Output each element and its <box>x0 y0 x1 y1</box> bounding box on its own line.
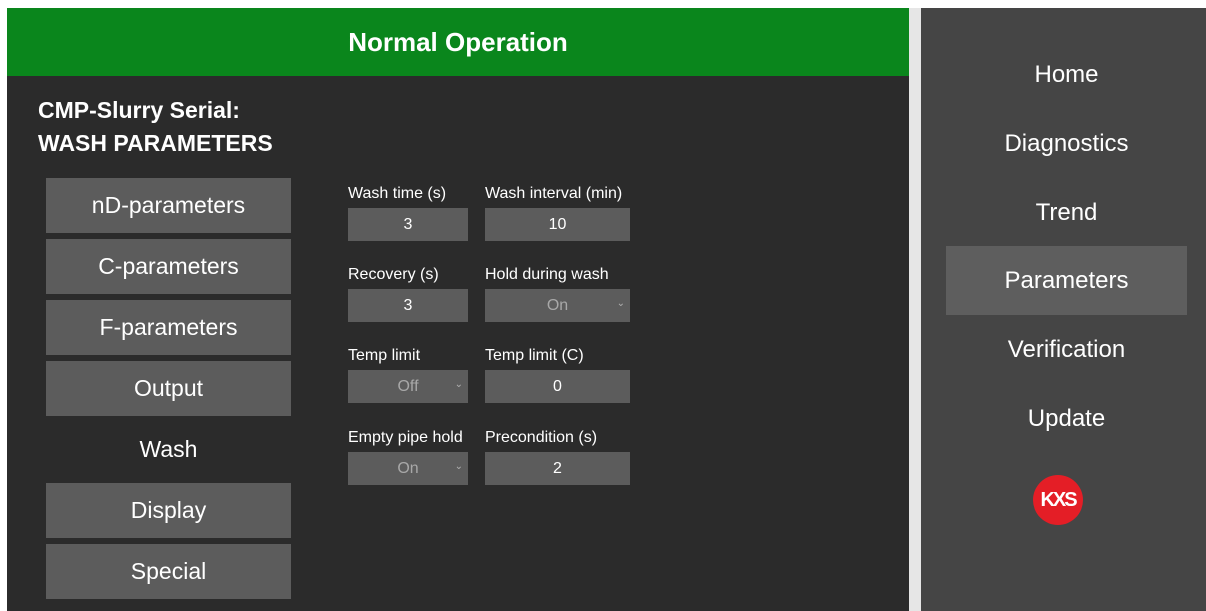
recovery-label: Recovery (s) <box>348 266 439 283</box>
recovery-input[interactable]: 3 <box>348 289 468 322</box>
empty-pipe-hold-label: Empty pipe hold <box>348 429 463 446</box>
chevron-down-icon: ⌄ <box>454 461 463 472</box>
section-title: WASH PARAMETERS <box>38 130 273 156</box>
sidebar-item-verification[interactable]: Verification <box>946 315 1187 384</box>
wash-time-label: Wash time (s) <box>348 185 447 202</box>
subnav-label: Display <box>130 497 207 523</box>
temp-limit-select[interactable]: Off ⌄ <box>348 370 468 403</box>
sidebar-item-label: Trend <box>1035 198 1098 226</box>
temp-limit-c-input[interactable]: 0 <box>485 370 630 403</box>
sidebar-item-trend[interactable]: Trend <box>946 178 1187 247</box>
logo-text: KXS <box>1040 488 1077 511</box>
sidebar-item-home[interactable]: Home <box>946 40 1187 109</box>
page-heading: CMP-Slurry Serial: WASH PARAMETERS <box>38 94 273 160</box>
wash-interval-label: Wash interval (min) <box>485 185 623 202</box>
subnav-output[interactable]: Output <box>46 361 291 416</box>
wash-time-input[interactable]: 3 <box>348 208 468 241</box>
subnav-label: C-parameters <box>98 253 239 279</box>
sidebar: Home Diagnostics Trend Parameters Verifi… <box>921 8 1206 611</box>
status-banner: Normal Operation <box>7 8 909 76</box>
subnav-f-parameters[interactable]: F-parameters <box>46 300 291 355</box>
hold-during-wash-select[interactable]: On ⌄ <box>485 289 630 322</box>
status-text: Normal Operation <box>348 26 568 57</box>
sidebar-item-label: Verification <box>1007 335 1126 363</box>
chevron-down-icon: ⌄ <box>454 379 463 390</box>
sidebar-item-label: Parameters <box>1004 266 1129 294</box>
device-title: CMP-Slurry Serial: <box>38 97 240 123</box>
precondition-label: Precondition (s) <box>485 429 598 446</box>
subnav-label: Output <box>133 375 204 401</box>
hold-during-wash-value: On <box>546 296 569 314</box>
temp-limit-value: Off <box>397 377 419 395</box>
sidebar-item-parameters[interactable]: Parameters <box>946 246 1187 315</box>
sidebar-item-label: Diagnostics <box>1004 129 1129 157</box>
wash-interval-input[interactable]: 10 <box>485 208 630 241</box>
subnav-label: Special <box>130 558 207 584</box>
sidebar-item-update[interactable]: Update <box>946 384 1187 453</box>
hold-during-wash-label: Hold during wash <box>485 266 609 283</box>
subnav-wash[interactable]: Wash <box>46 422 291 477</box>
main-panel: Normal Operation CMP-Slurry Serial: WASH… <box>7 8 909 611</box>
subnav-label: nD-parameters <box>91 192 246 218</box>
kxs-logo-icon: KXS <box>1033 475 1083 525</box>
subnav-special[interactable]: Special <box>46 544 291 599</box>
temp-limit-c-label: Temp limit (C) <box>485 347 584 364</box>
subnav-c-parameters[interactable]: C-parameters <box>46 239 291 294</box>
empty-pipe-hold-value: On <box>397 459 419 477</box>
sidebar-item-diagnostics[interactable]: Diagnostics <box>946 109 1187 178</box>
chevron-down-icon: ⌄ <box>616 298 625 309</box>
empty-pipe-hold-select[interactable]: On ⌄ <box>348 452 468 485</box>
precondition-input[interactable]: 2 <box>485 452 630 485</box>
subnav-nd-parameters[interactable]: nD-parameters <box>46 178 291 233</box>
panel-divider <box>909 8 921 611</box>
subnav-display[interactable]: Display <box>46 483 291 538</box>
subnav-label: F-parameters <box>99 314 238 340</box>
sidebar-item-label: Update <box>1027 404 1106 432</box>
temp-limit-label: Temp limit <box>348 347 421 364</box>
subnav-label: Wash <box>139 436 198 462</box>
sidebar-item-label: Home <box>1034 60 1099 88</box>
